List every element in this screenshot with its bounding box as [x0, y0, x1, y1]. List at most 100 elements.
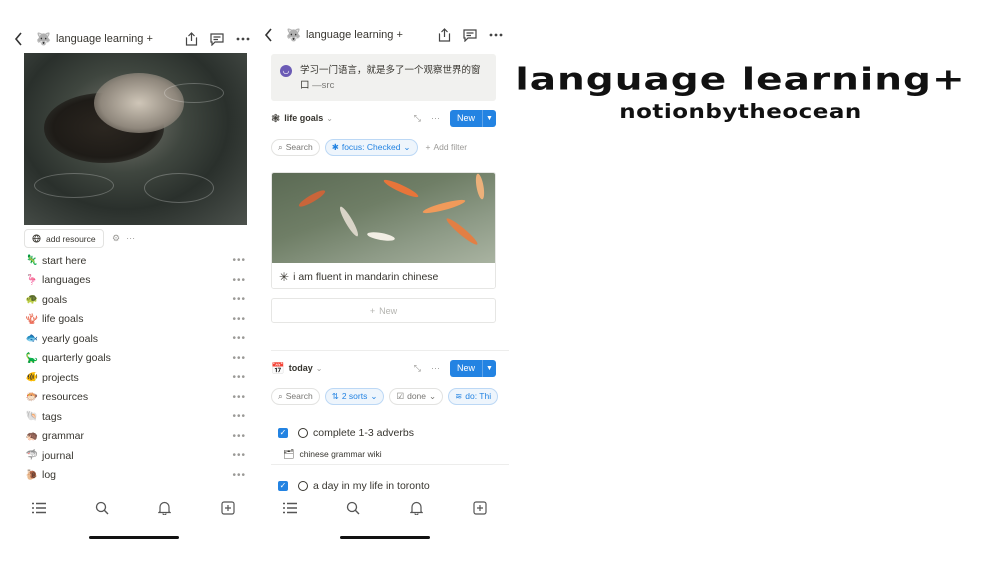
done-filter-chip[interactable]: ☑ done ⌄: [389, 387, 444, 405]
page-link-tags[interactable]: 🐚 tags •••: [24, 407, 246, 427]
more-options-icon[interactable]: •••: [232, 470, 246, 481]
search-chip[interactable]: ⌕ Search: [271, 387, 320, 405]
wave-icon: ≋: [455, 390, 463, 401]
new-page-icon[interactable]: [472, 500, 488, 516]
share-icon[interactable]: [183, 31, 199, 47]
life-goals-filter-row: ⌕ Search ✱ focus: Checked ⌄ + Add filter: [271, 138, 512, 156]
page-link-life-goals[interactable]: 🪸 life goals •••: [24, 310, 246, 330]
bell-icon[interactable]: [409, 500, 425, 516]
more-options-icon[interactable]: •••: [232, 431, 246, 442]
checkbox-icon[interactable]: ✓: [278, 481, 288, 491]
breadcrumb-title[interactable]: language learning +: [56, 33, 153, 45]
gallery-card[interactable]: ✳ i am fluent in mandarin chinese: [271, 172, 496, 289]
new-page-icon[interactable]: [220, 500, 236, 516]
bell-icon[interactable]: [157, 500, 173, 516]
breadcrumb-title[interactable]: language learning +: [306, 29, 403, 41]
comment-icon[interactable]: [209, 31, 225, 47]
more-options-icon[interactable]: ···: [126, 233, 135, 244]
back-arrow-icon[interactable]: [264, 28, 278, 42]
more-options-icon[interactable]: •••: [232, 255, 246, 266]
card-title: i am fluent in mandarin chinese: [293, 270, 439, 283]
more-options-icon[interactable]: •••: [232, 333, 246, 344]
checkbox-icon[interactable]: ✓: [278, 428, 288, 438]
page-link-label: journal: [42, 449, 74, 462]
more-options-icon[interactable]: •••: [232, 294, 246, 305]
more-options-icon[interactable]: •••: [232, 392, 246, 403]
page-link-label: goals: [42, 293, 68, 306]
more-options-icon[interactable]: ···: [431, 363, 440, 373]
expand-icon[interactable]: ⤡: [414, 363, 421, 374]
sort-icon: ⇅: [331, 390, 339, 401]
chevron-down-icon[interactable]: ⌄: [326, 114, 333, 123]
search-chip[interactable]: ⌕ Search: [271, 138, 320, 156]
plus-icon: +: [425, 142, 431, 152]
page-link-quarterly-goals[interactable]: 🦕 quarterly goals •••: [24, 349, 246, 369]
chevron-down-icon: ⌄: [403, 141, 411, 152]
page-link-journal[interactable]: 🦈 journal •••: [24, 446, 246, 466]
headline-subtitle: notionbytheocean: [619, 101, 862, 124]
search-icon: ⌕: [278, 390, 283, 401]
more-options-icon[interactable]: •••: [232, 372, 246, 383]
page-link-start-here[interactable]: 🦎 start here •••: [24, 251, 246, 271]
globe-icon: [32, 234, 41, 243]
page-link-languages[interactable]: 🦩 languages •••: [24, 271, 246, 291]
top-bar: 🐺 language learning +: [258, 20, 512, 50]
fish-icon: 🐟: [25, 333, 39, 345]
more-options-icon[interactable]: •••: [232, 275, 246, 286]
db-title[interactable]: today: [289, 363, 313, 373]
water-ripple: [34, 173, 114, 198]
page-link-log[interactable]: 🐌 log •••: [24, 466, 246, 486]
koi-fish: [366, 230, 396, 243]
today-db-header: 📅 today ⌄ ⤡ ··· New ▼: [271, 359, 496, 377]
task-row[interactable]: ✓ complete 1-3 adverbs: [271, 422, 511, 444]
page-link-projects[interactable]: 🐠 projects •••: [24, 368, 246, 388]
add-new-card-button[interactable]: + New: [271, 298, 496, 323]
new-entry-button[interactable]: New ▼: [449, 359, 496, 377]
shell-icon: 🐚: [25, 411, 39, 423]
share-icon[interactable]: [436, 27, 452, 43]
chevron-down-icon[interactable]: ⌄: [316, 364, 323, 373]
plus-icon: +: [369, 305, 376, 316]
left-phone-screen: 🐺 language learning + add resource ⚙ ···…: [8, 0, 259, 545]
sorts-chip[interactable]: ⇅ 2 sorts ⌄: [324, 387, 385, 405]
add-resource-button[interactable]: add resource: [24, 229, 104, 248]
list-icon[interactable]: [31, 500, 47, 516]
more-options-icon[interactable]: •••: [232, 411, 246, 422]
checkbox-icon: ☑: [396, 390, 405, 401]
db-title[interactable]: life goals: [284, 113, 323, 123]
settings-icon[interactable]: ⚙: [112, 233, 120, 244]
chevron-down-icon[interactable]: ▼: [482, 359, 496, 377]
koi-fish: [474, 173, 486, 200]
do-label: do: Thi: [465, 391, 492, 401]
page-link-yearly-goals[interactable]: 🐟 yearly goals •••: [24, 329, 246, 349]
add-filter-button[interactable]: + Add filter: [423, 139, 471, 156]
more-options-icon[interactable]: [488, 27, 504, 43]
search-icon[interactable]: [345, 500, 361, 516]
do-filter-chip[interactable]: ≋ do: Thi: [448, 387, 499, 405]
task-relation[interactable]: 🗂 chinese grammar wiki: [271, 445, 509, 463]
expand-icon[interactable]: ⤡: [414, 113, 421, 124]
more-options-icon[interactable]: ···: [431, 113, 440, 123]
back-arrow-icon[interactable]: [14, 32, 28, 46]
callout-source: —src: [312, 80, 335, 91]
callout-face-icon: ◡: [280, 65, 292, 77]
page-link-resources[interactable]: 🐡 resources •••: [24, 388, 246, 408]
done-label: done: [407, 391, 427, 401]
more-options-icon[interactable]: [235, 31, 251, 47]
right-phone-screen: 🐺 language learning + ◡ 学习一门语言，就是多了一个观察世…: [258, 0, 512, 545]
relation-label: chinese grammar wiki: [299, 449, 382, 459]
task-title: complete 1-3 adverbs: [313, 427, 414, 439]
comment-icon[interactable]: [462, 27, 478, 43]
more-options-icon[interactable]: •••: [232, 353, 246, 364]
list-icon[interactable]: [282, 500, 298, 516]
new-row-label: New: [379, 305, 398, 316]
search-icon[interactable]: [94, 500, 110, 516]
page-link-grammar[interactable]: 🦔 grammar •••: [24, 427, 246, 447]
hedgehog-icon: 🦔: [25, 430, 39, 442]
more-options-icon[interactable]: •••: [232, 314, 246, 325]
water-ripple: [164, 83, 224, 103]
focus-filter-chip[interactable]: ✱ focus: Checked ⌄: [324, 138, 418, 156]
page-link-goals[interactable]: 🐢 goals •••: [24, 290, 246, 310]
circle-icon: [298, 428, 308, 438]
more-options-icon[interactable]: •••: [232, 450, 246, 461]
